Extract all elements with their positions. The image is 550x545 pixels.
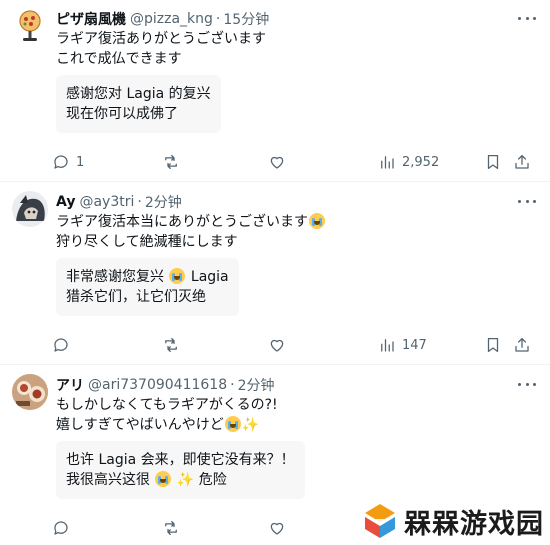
views-icon <box>381 339 394 352</box>
tweet-header: Ay @ay3tri · 2分钟 <box>56 192 182 212</box>
share-icon <box>515 337 529 352</box>
tweet-text: ラギア復活本当にありがとうございます 狩り尽くして絶滅種にします <box>56 212 326 252</box>
avatar[interactable] <box>12 8 48 44</box>
views-button[interactable]: 2,952 <box>378 151 439 173</box>
loudly-crying-face-emoji <box>309 213 325 229</box>
separator-dot: · <box>230 377 235 393</box>
retweet-button[interactable] <box>162 517 186 539</box>
avatar[interactable] <box>12 374 48 410</box>
watermark: 槑槑游戏园 <box>360 501 544 541</box>
timestamp[interactable]: 15分钟 <box>223 9 269 29</box>
more-icon[interactable] <box>518 193 536 209</box>
tweet-text: ラギア復活ありがとうございます これで成仏できます <box>56 29 266 69</box>
like-icon <box>270 522 284 535</box>
retweet-button[interactable] <box>162 151 186 173</box>
translation-segment: 非常感谢您复兴 <box>66 269 164 285</box>
display-name[interactable]: Ay <box>56 194 75 210</box>
timestamp[interactable]: 2分钟 <box>145 192 182 212</box>
retweet-button[interactable] <box>162 334 186 356</box>
like-button[interactable] <box>268 334 292 356</box>
tweet-header: アリ @ari737090411618 · 2分钟 <box>56 375 275 395</box>
translation-line: 也许 Lagia 会来，即使它没有来？！ <box>66 452 295 468</box>
translation-line: 非常感谢您复兴 Lagia <box>66 267 229 287</box>
views-count: 147 <box>402 337 427 353</box>
tweet-1[interactable]: ピザ扇風機 @pizza_kng · 15分钟 ラギア復活ありがとうございます … <box>0 0 550 182</box>
translation-segment: 我很高兴这很 <box>66 472 150 488</box>
translation-box: 非常感谢您复兴 Lagia 猎杀它们，让它们灭绝 <box>56 258 239 316</box>
display-name[interactable]: ピザ扇風機 <box>56 9 126 29</box>
more-icon[interactable] <box>518 376 536 392</box>
tweet-2[interactable]: Ay @ay3tri · 2分钟 ラギア復活本当にありがとうございます 狩り尽く… <box>0 183 550 365</box>
tweet-text-line: ラギア復活ありがとうございます <box>56 31 266 47</box>
separator-dot: · <box>215 11 221 27</box>
tweet-text-line: 狩り尽くして絶滅種にします <box>56 234 238 250</box>
views-count: 2,952 <box>402 154 440 170</box>
loudly-crying-face-emoji <box>169 268 186 284</box>
watermark-text: 槑槑游戏园 <box>404 508 544 540</box>
user-handle[interactable]: @ay3tri <box>79 194 134 210</box>
like-button[interactable] <box>268 517 292 539</box>
translation-segment: 危险 <box>198 472 227 488</box>
action-bar: 1 2,952 <box>52 151 536 173</box>
translation-box: 也许 Lagia 会来，即使它没有来？！ 我很高兴这很 ✨ 危险 <box>56 441 305 499</box>
reply-button[interactable] <box>52 334 76 356</box>
retweet-icon <box>165 154 177 170</box>
bookmark-button[interactable] <box>484 334 502 356</box>
reply-icon <box>54 338 68 352</box>
user-handle[interactable]: @pizza_kng <box>130 11 213 27</box>
like-icon <box>270 339 284 352</box>
tweet-text: もしかしなくてもラギアがくるの?! 嬉しすぎてやばいんやけど ✨ <box>56 395 278 435</box>
tweet-text-line: これで成仏できます <box>56 51 182 67</box>
sparkles-emoji: ✨ <box>176 472 195 488</box>
tweet-text-line: 嬉しすぎてやばいんやけど ✨ <box>56 415 278 435</box>
tweet-header: ピザ扇風機 @pizza_kng · 15分钟 <box>56 9 269 29</box>
retweet-icon <box>165 337 177 353</box>
translation-box: 感谢您对 Lagia 的复兴 现在你可以成佛了 <box>56 75 221 133</box>
retweet-icon <box>165 520 177 536</box>
fan-avatar-image <box>19 10 41 41</box>
reply-icon <box>54 155 68 169</box>
translation-line: 感谢您对 Lagia 的复兴 <box>66 86 211 102</box>
timestamp[interactable]: 2分钟 <box>238 375 275 395</box>
views-button[interactable]: 147 <box>378 334 427 356</box>
character-avatar-image <box>16 195 45 221</box>
bookmark-icon <box>487 337 499 353</box>
share-button[interactable] <box>513 151 531 173</box>
reply-icon <box>54 521 68 535</box>
share-button[interactable] <box>513 334 531 356</box>
food-avatar-image <box>12 374 48 410</box>
reply-button[interactable]: 1 <box>52 151 84 173</box>
translation-segment: Lagia <box>190 269 229 285</box>
loudly-crying-face-emoji <box>224 416 241 432</box>
reply-count: 1 <box>76 154 85 170</box>
display-name[interactable]: アリ <box>56 375 84 395</box>
sparkles-emoji: ✨ <box>241 417 260 433</box>
user-handle[interactable]: @ari737090411618 <box>88 377 227 393</box>
separator-dot: · <box>137 194 142 210</box>
reply-button[interactable] <box>52 517 76 539</box>
share-icon <box>515 154 529 169</box>
translation-line: 现在你可以成佛了 <box>66 106 178 122</box>
translation-line: 猎杀它们，让它们灭绝 <box>66 289 206 305</box>
watermark-logo-icon <box>360 501 400 541</box>
tweet-text-segment: 嬉しすぎてやばいんやけど <box>56 417 224 433</box>
more-icon[interactable] <box>518 10 536 26</box>
tweet-text-line: もしかしなくてもラギアがくるの?! <box>56 397 278 413</box>
views-icon <box>381 156 394 169</box>
bookmark-button[interactable] <box>484 151 502 173</box>
avatar[interactable] <box>12 191 48 227</box>
bookmark-icon <box>487 154 499 170</box>
like-icon <box>270 156 284 169</box>
loudly-crying-face-emoji <box>155 471 172 487</box>
tweet-text-line: ラギア復活本当にありがとうございます <box>56 212 326 232</box>
like-button[interactable] <box>268 151 292 173</box>
action-bar: 147 <box>52 334 536 356</box>
translation-line: 我很高兴这很 ✨ 危险 <box>66 470 295 490</box>
tweet-text-segment: ラギア復活本当にありがとうございます <box>56 214 308 230</box>
